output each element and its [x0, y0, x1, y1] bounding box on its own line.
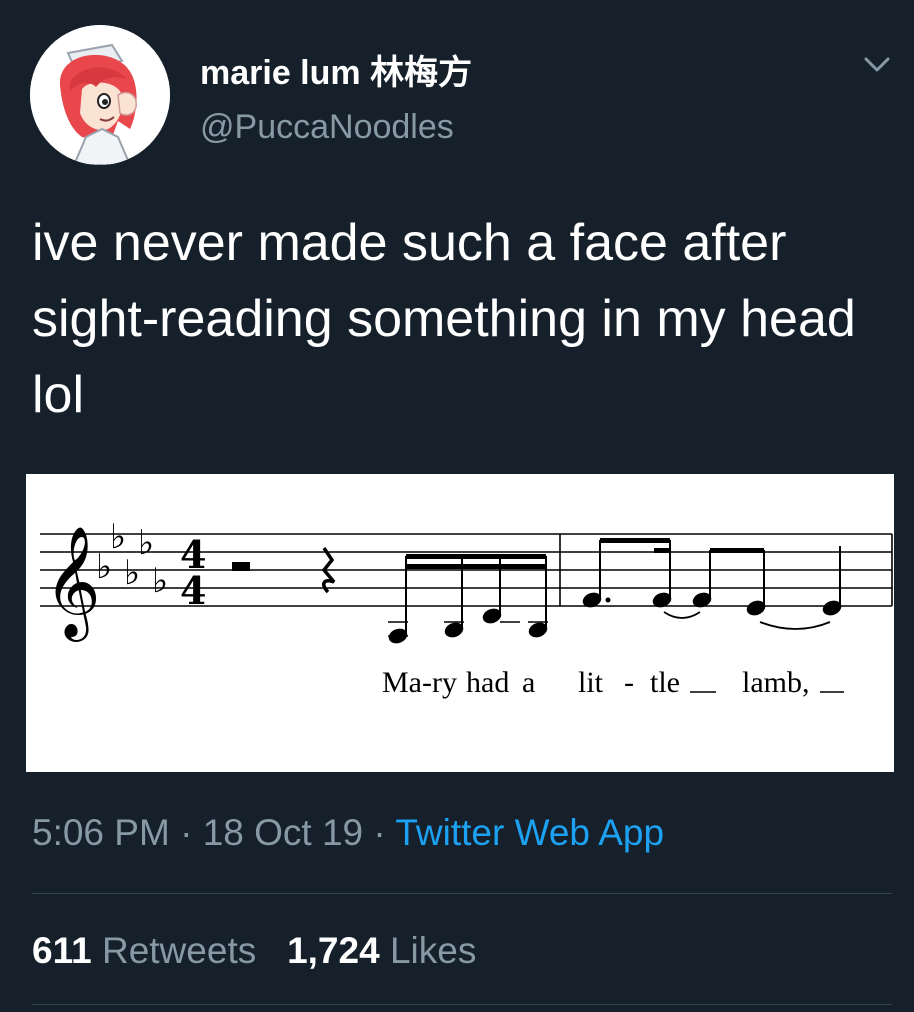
engagement-stats: 611 Retweets 1,724 Likes	[32, 930, 476, 972]
svg-text:𝄞: 𝄞	[44, 525, 101, 642]
retweets-stat[interactable]: 611 Retweets	[32, 930, 256, 971]
lyric: a	[522, 666, 535, 699]
retweets-label: Retweets	[101, 930, 257, 971]
tweet-time[interactable]: 5:06 PM	[32, 812, 170, 853]
avatar-illustration	[30, 25, 170, 165]
svg-text:♭: ♭	[138, 523, 154, 563]
svg-text:♭: ♭	[110, 517, 126, 557]
tweet-date[interactable]: 18 Oct 19	[203, 812, 363, 853]
svg-text:♭: ♭	[152, 561, 168, 601]
svg-text:4: 4	[180, 568, 206, 613]
author-handle[interactable]: @PuccaNoodles	[200, 108, 454, 147]
lyric: -	[624, 666, 634, 699]
avatar[interactable]	[30, 25, 170, 165]
author-name[interactable]: marie lum 林梅方	[200, 45, 472, 94]
likes-label: Likes	[389, 930, 477, 971]
retweets-count: 611	[32, 930, 92, 971]
sheet-music-drawing: 𝄞 ♭ ♭ ♭ ♭ ♭ 4 4 Ma-ry had a lit - tle la…	[40, 517, 893, 699]
likes-stat[interactable]: 1,724 Likes	[287, 930, 476, 971]
tweet-text: ive never made such a face after sight-r…	[32, 214, 856, 424]
lyric: tle	[650, 666, 680, 699]
lyric: had	[466, 666, 509, 699]
divider	[32, 1004, 892, 1005]
divider	[32, 893, 892, 894]
chevron-down-icon[interactable]	[862, 52, 892, 76]
lyric: lamb,	[742, 666, 810, 699]
source-link[interactable]: Twitter Web App	[395, 812, 664, 853]
tweet-metadata: 5:06 PM · 18 Oct 19 · Twitter Web App	[32, 812, 664, 854]
lyric: lit	[578, 666, 604, 699]
sheet-music-image[interactable]: 𝄞 ♭ ♭ ♭ ♭ ♭ 4 4 Ma-ry had a lit - tle la…	[26, 474, 894, 772]
separator: ·	[373, 812, 386, 853]
likes-count: 1,724	[287, 930, 380, 971]
separator: ·	[180, 812, 193, 853]
lyric: Ma-ry	[382, 666, 457, 699]
